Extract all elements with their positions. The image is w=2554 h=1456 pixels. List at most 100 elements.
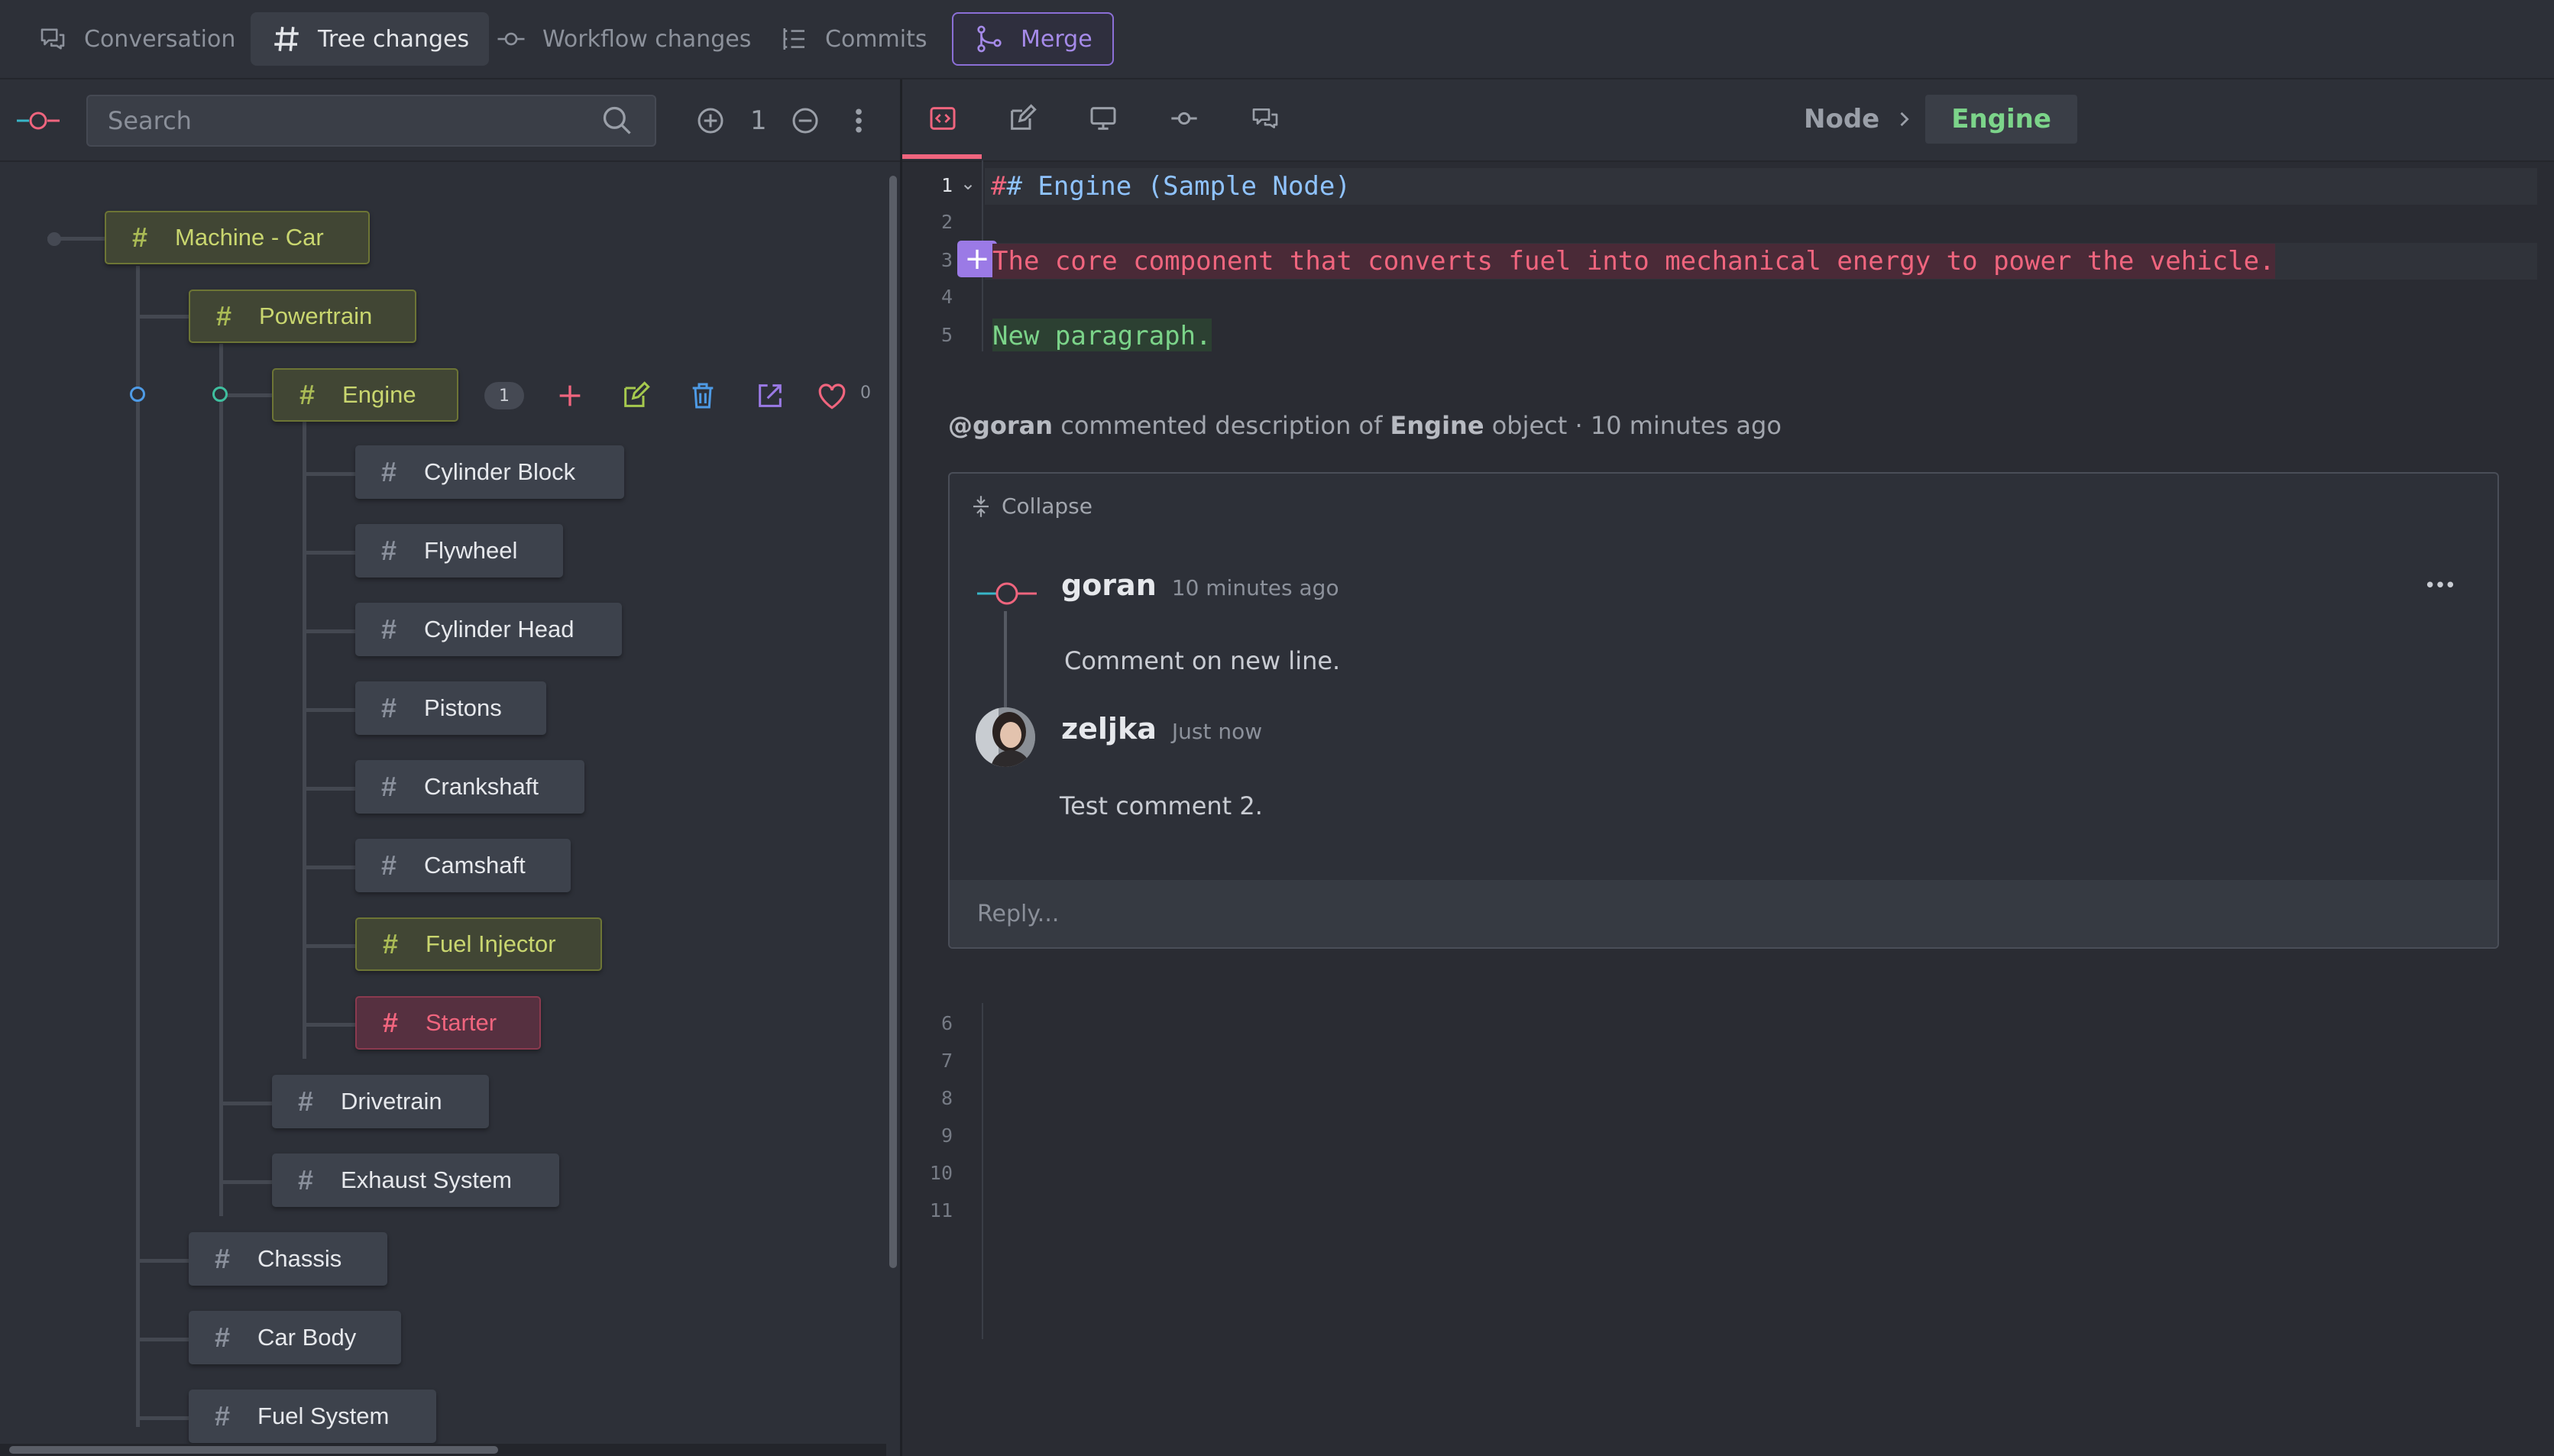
like-count: 0 [860,383,871,403]
tab-commits-label: Commits [825,25,927,53]
tree-node-fuel-system[interactable]: # Fuel System [189,1390,436,1443]
node-label: Pistons [424,694,502,721]
search-input[interactable] [86,95,656,147]
tree-node-fuel-injector[interactable]: # Fuel Injector [355,917,602,971]
comment-text: Test comment 2. [1060,791,1263,820]
node-hash-icon: # [383,1007,399,1038]
node-label: Fuel Injector [426,930,556,957]
history-view-button[interactable] [1160,95,1208,142]
tree-connector [303,944,356,948]
tree-node-flywheel[interactable]: # Flywheel [355,524,563,578]
tree-node-car-body[interactable]: # Car Body [189,1311,401,1364]
merge-button[interactable]: Merge [952,12,1114,66]
heart-icon[interactable] [816,380,848,411]
tree-connector [219,344,223,1216]
node-label: Drivetrain [341,1088,442,1115]
tree-vertical-scrollbar[interactable] [888,168,898,1360]
add-child-icon[interactable] [555,380,585,411]
line-number: 6 [940,1012,953,1034]
search-icon[interactable] [600,104,634,138]
tree-connector [303,551,356,555]
tree-node-chassis[interactable]: # Chassis [189,1232,387,1286]
tree-node-powertrain[interactable]: # Powertrain [189,290,416,343]
trash-icon[interactable] [688,380,718,411]
commit-list-icon [783,28,804,50]
comment-count-badge[interactable]: 1 [484,382,524,409]
reply-input[interactable] [950,880,2497,947]
line-number: 11 [929,1199,953,1221]
collapse-label: Collapse [1002,493,1092,519]
node-label: Cylinder Block [424,458,576,485]
tree-node-cylinder-block[interactable]: # Cylinder Block [355,445,624,499]
tree-node-crankshaft[interactable]: # Crankshaft [355,760,584,814]
discussion-view-button[interactable] [1241,95,1289,142]
scrollbar-thumb[interactable] [889,176,897,1268]
fold-chevron-icon[interactable]: ⌄ [960,173,976,194]
tab-tree-changes[interactable]: Tree changes [251,12,490,66]
chevron-right-icon [1900,112,1909,127]
comment-time: Just now [1171,719,1263,744]
scrollbar-thumb[interactable] [9,1446,498,1454]
code-editor[interactable]: 1 ⌄ 2 3 4 5 # # Engine (Sample Node) + Th… [902,160,2554,354]
comment-user[interactable]: zeljka [1061,712,1157,746]
edit-icon [1011,104,1037,130]
node-hash-icon: # [215,1243,231,1274]
top-tab-bar: Conversation Tree changes Workflow chang… [0,0,2554,79]
comment-header-object[interactable]: Engine [1390,411,1484,440]
tab-workflow-changes[interactable]: Workflow changes [475,12,771,66]
add-comment-button[interactable]: + [957,241,997,277]
commit-node-icon [1171,112,1197,125]
edit-view-button[interactable] [999,95,1046,142]
breadcrumb-parent[interactable]: Node [1804,104,1879,134]
code-editor-continued[interactable]: 6 7 8 9 10 11 [902,1003,2554,1339]
node-tree: # Machine - Car # Powertrain # Engine 1 … [0,160,886,1456]
collapse-button[interactable]: Collapse [971,493,1092,519]
tree-node-camshaft[interactable]: # Camshaft [355,839,571,892]
tree-connector [303,866,356,869]
tab-tree-changes-label: Tree changes [318,25,470,53]
monitor-icon [1090,107,1116,130]
tree-panel: 1 # Machine - Car # [0,79,902,1456]
avatar[interactable] [976,707,1035,767]
comment-thread: Collapse goran 10 minutes ago ••• Commen… [948,472,2499,949]
tree-node-cylinder-head[interactable]: # Cylinder Head [355,603,622,656]
tree-horizontal-scrollbar[interactable] [0,1444,886,1456]
tree-node-dot [47,232,61,246]
tree-node-engine[interactable]: # Engine [272,368,458,422]
comment-time: 10 minutes ago [1171,575,1339,600]
tree-node-pistons[interactable]: # Pistons [355,681,546,735]
comment-header-author[interactable]: @goran [948,411,1053,440]
tree-connector [303,472,356,476]
level-count: 1 [750,105,767,136]
tab-conversation-label: Conversation [84,25,236,53]
line-number: 4 [940,286,953,308]
comment-user[interactable]: goran [1061,568,1157,602]
tab-commits[interactable]: Commits [758,12,947,66]
code-line-1: # # Engine (Sample Node) [991,171,1351,202]
chat-bubbles-icon [1252,108,1278,128]
expand-level-icon[interactable] [695,105,726,136]
comment-more-icon[interactable]: ••• [2424,574,2456,597]
node-label: Exhaust System [341,1166,513,1193]
comment-header-suffix: object · 10 minutes ago [1491,411,1782,440]
tree-node-starter[interactable]: # Starter [355,996,541,1050]
node-hash-icon: # [132,222,148,253]
tree-node-machine-car[interactable]: # Machine - Car [105,211,370,264]
open-external-icon[interactable] [755,380,785,411]
preview-view-button[interactable] [1080,95,1127,142]
tab-conversation[interactable]: Conversation [17,12,255,66]
more-vertical-icon[interactable] [848,105,869,136]
node-label: Powertrain [259,303,373,329]
node-label: Crankshaft [424,773,539,800]
tree-node-exhaust-system[interactable]: # Exhaust System [272,1153,559,1207]
diff-view-button[interactable] [919,95,966,142]
node-hash-icon: # [215,1400,231,1432]
tree-connector [136,1338,189,1341]
node-label: Engine [342,381,416,408]
tree-connector [219,1180,273,1184]
edit-icon[interactable] [620,380,651,411]
user-photo-icon [976,707,1035,767]
added-text: New paragraph. [992,321,1212,351]
tree-node-drivetrain[interactable]: # Drivetrain [272,1075,489,1128]
collapse-level-icon[interactable] [790,105,821,136]
